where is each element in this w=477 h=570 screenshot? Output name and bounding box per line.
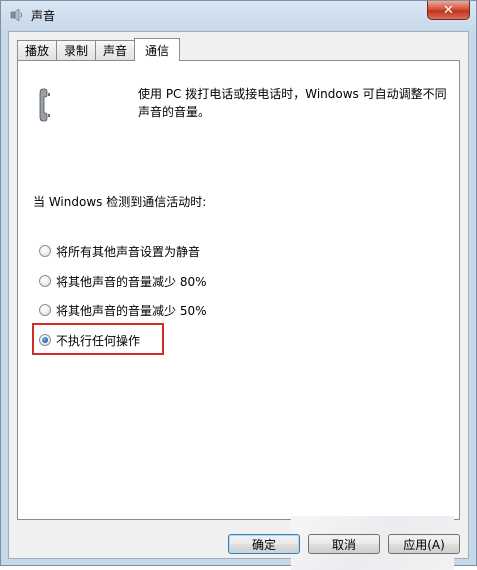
title-bar[interactable]: 声音 ✕ xyxy=(1,1,476,29)
tab-label: 通信 xyxy=(145,43,170,58)
phone-icon xyxy=(38,87,54,123)
tab-label: 录制 xyxy=(64,44,89,58)
highlight-annotation xyxy=(32,323,164,355)
speaker-icon xyxy=(9,7,25,23)
communications-panel: 使用 PC 拨打电话或接电话时，Windows 可自动调整不同声音的音量。 当 … xyxy=(17,60,460,520)
tab-playback[interactable]: 播放 xyxy=(17,40,58,60)
ok-button[interactable]: 确定 xyxy=(228,534,300,554)
window-title: 声音 xyxy=(31,9,56,23)
ok-button-label: 确定 xyxy=(251,537,276,552)
section-label: 当 Windows 检测到通信活动时: xyxy=(33,195,207,209)
tab-label: 播放 xyxy=(25,44,50,58)
tab-label: 声音 xyxy=(103,44,128,58)
tab-strip: 播放 录制 声音 通信 xyxy=(17,38,181,61)
tab-recording[interactable]: 录制 xyxy=(56,40,97,60)
close-icon: ✕ xyxy=(443,2,454,18)
option-reduce-50[interactable]: 将其他声音的音量减少 50% xyxy=(39,301,207,319)
sound-dialog-window: 声音 ✕ 播放 录制 声音 通信 使用 PC 拨打电话或接电话时，Windows… xyxy=(0,0,477,570)
option-label: 将所有其他声音设置为静音 xyxy=(56,244,201,259)
communications-description: 使用 PC 拨打电话或接电话时，Windows 可自动调整不同声音的音量。 xyxy=(138,87,447,119)
cancel-button[interactable]: 取消 xyxy=(308,534,380,554)
cancel-button-label: 取消 xyxy=(331,537,356,552)
apply-button-label: 应用(A) xyxy=(403,537,445,552)
option-label: 将其他声音的音量减少 80% xyxy=(56,274,207,289)
dialog-client-area: 播放 录制 声音 通信 使用 PC 拨打电话或接电话时，Windows 可自动调… xyxy=(8,31,469,570)
option-reduce-80[interactable]: 将其他声音的音量减少 80% xyxy=(39,272,207,290)
radio-button[interactable] xyxy=(39,304,51,316)
radio-button[interactable] xyxy=(39,275,51,287)
tab-sounds[interactable]: 声音 xyxy=(95,40,136,60)
close-button[interactable]: ✕ xyxy=(427,1,470,20)
option-mute-all[interactable]: 将所有其他声音设置为静音 xyxy=(39,242,200,260)
tab-communications[interactable]: 通信 xyxy=(134,38,181,61)
option-label: 将其他声音的音量减少 50% xyxy=(56,303,207,318)
radio-button[interactable] xyxy=(39,245,51,257)
apply-button[interactable]: 应用(A) xyxy=(388,534,460,554)
